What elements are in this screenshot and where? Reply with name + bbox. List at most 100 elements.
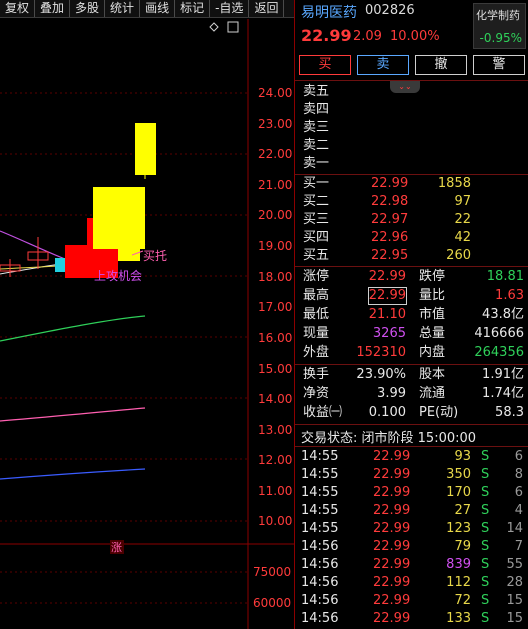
- diamond-icon[interactable]: [209, 22, 219, 32]
- toolbar-overlay-button[interactable]: 叠加: [35, 0, 71, 17]
- tick-row: 14:55 22.99 123 S 14: [295, 520, 528, 538]
- tick-price: 22.99: [373, 485, 411, 500]
- stock-name[interactable]: 易明医药: [301, 2, 357, 22]
- tick-price: 22.99: [373, 449, 411, 464]
- tick-volume: 350: [446, 467, 471, 482]
- tick-volume: 112: [446, 575, 471, 590]
- tick-side: S: [481, 485, 490, 500]
- limit-up-value: 22.99: [368, 269, 406, 284]
- tick-time: 14:55: [301, 467, 339, 482]
- tick-count: 15: [506, 593, 523, 608]
- tick-price: 22.99: [373, 611, 411, 626]
- tick-volume: 27: [454, 503, 471, 518]
- ask-row-5: 卖五: [295, 83, 528, 101]
- tick-side: S: [481, 539, 490, 554]
- buy-button[interactable]: 买: [299, 55, 351, 75]
- stat-label: 换手: [303, 367, 330, 382]
- stat-label: 最高: [303, 288, 330, 303]
- stat-row-high: 最高 22.99 量比 1.63: [295, 287, 528, 305]
- bid-label: 买二: [303, 194, 330, 209]
- tick-count: 15: [506, 611, 523, 626]
- tick-time: 14:56: [301, 539, 339, 554]
- chart-toolbar: 复权 叠加 多股 统计 画线 标记 -自选 返回: [0, 0, 294, 18]
- stat-label: 流通: [419, 386, 446, 401]
- stat-label: 外盘: [303, 345, 330, 360]
- ask-label: 卖三: [303, 120, 330, 135]
- tick-volume: 79: [454, 539, 471, 554]
- ma-line-pink: [0, 407, 146, 422]
- price-tick: 21.00: [258, 178, 292, 192]
- bid-row-2[interactable]: 买二 22.98 97: [295, 193, 528, 211]
- price-tick: 16.00: [258, 331, 292, 345]
- toolbar-back-button[interactable]: 返回: [249, 0, 285, 17]
- stat-label: 现量: [303, 326, 330, 341]
- turnover-value: 23.90%: [356, 367, 406, 382]
- divider: [295, 266, 528, 267]
- annotation-buy-support: 买托: [143, 249, 167, 263]
- tick-time: 14:56: [301, 557, 339, 572]
- bid-price: 22.97: [371, 212, 409, 227]
- ask-row-1: 卖一: [295, 155, 528, 173]
- bid-row-3[interactable]: 买三 22.97 22: [295, 211, 528, 229]
- ma-line-blue: [0, 468, 146, 480]
- price-tick: 19.00: [258, 239, 292, 253]
- price-tick: 17.00: [258, 300, 292, 314]
- price-change: 2.09: [353, 29, 382, 44]
- price-tick: 13.00: [258, 423, 292, 437]
- bid-price: 22.96: [371, 230, 409, 245]
- volume-tick: 60000: [253, 596, 291, 610]
- tick-row: 14:55 22.99 350 S 8: [295, 466, 528, 484]
- ask-row-2: 卖二: [295, 137, 528, 155]
- tick-time: 14:56: [301, 575, 339, 590]
- tick-side: S: [481, 611, 490, 626]
- stat-row-disk: 外盘 152310 内盘 264356: [295, 344, 528, 362]
- market-cap-value: 43.8亿: [482, 307, 524, 322]
- ask-label: 卖一: [303, 156, 330, 171]
- tick-row: 14:55 22.99 93 S 6: [295, 448, 528, 466]
- candle-up: [118, 247, 140, 261]
- tick-volume: 133: [446, 611, 471, 626]
- stat-row-nav: 净资 3.99 流通 1.74亿: [295, 385, 528, 403]
- toolbar-statistics-button[interactable]: 统计: [105, 0, 141, 17]
- tick-time: 14:56: [301, 593, 339, 608]
- tick-price: 22.99: [373, 593, 411, 608]
- bid-row-1[interactable]: 买一 22.99 1858: [295, 175, 528, 193]
- tick-count: 28: [506, 575, 523, 590]
- toolbar-mark-button[interactable]: 标记: [175, 0, 211, 17]
- tick-side: S: [481, 449, 490, 464]
- price-tick: 15.00: [258, 362, 292, 376]
- tick-count: 4: [514, 503, 523, 518]
- toolbar-restore-rights-button[interactable]: 复权: [0, 0, 36, 17]
- alert-button[interactable]: 警: [473, 55, 525, 75]
- industry-box[interactable]: 化学制药 -0.95%: [473, 3, 526, 49]
- tick-row: 14:56 22.99 839 S 55: [295, 556, 528, 574]
- bid-volume: 260: [446, 248, 471, 263]
- bid-row-5[interactable]: 买五 22.95 260: [295, 247, 528, 265]
- candlestick-chart[interactable]: 买托 上攻机会 涨 24.00 23.00 22.00 21.00 20.00 …: [0, 19, 294, 629]
- toolbar-multi-stock-button[interactable]: 多股: [70, 0, 106, 17]
- ma-line-violet: [0, 230, 66, 260]
- tick-side: S: [481, 593, 490, 608]
- tick-time: 14:56: [301, 611, 339, 626]
- float-shares-value: 1.74亿: [482, 386, 524, 401]
- sell-button[interactable]: 卖: [357, 55, 409, 75]
- rise-marker: 涨: [111, 541, 122, 554]
- stat-label: 跌停: [419, 269, 446, 284]
- tick-row: 14:56 22.99 72 S 15: [295, 592, 528, 610]
- stat-label: 涨停: [303, 269, 330, 284]
- candle-up: [93, 187, 145, 249]
- bid-row-4[interactable]: 买四 22.96 42: [295, 229, 528, 247]
- stat-label: 量比: [419, 288, 446, 303]
- tick-count: 7: [514, 539, 523, 554]
- bid-volume: 1858: [437, 176, 471, 191]
- tick-side: S: [481, 575, 490, 590]
- maximize-icon[interactable]: [227, 21, 239, 33]
- bid-volume: 97: [454, 194, 471, 209]
- cancel-order-button[interactable]: 撤: [415, 55, 467, 75]
- tick-row: 14:55 22.99 170 S 6: [295, 484, 528, 502]
- toolbar-remove-watchlist-button[interactable]: -自选: [210, 0, 250, 17]
- toolbar-draw-line-button[interactable]: 画线: [140, 0, 176, 17]
- bid-volume: 22: [454, 212, 471, 227]
- bid-volume: 42: [454, 230, 471, 245]
- chart-canvas: 买托 上攻机会 涨 24.00 23.00 22.00 21.00 20.00 …: [0, 19, 294, 629]
